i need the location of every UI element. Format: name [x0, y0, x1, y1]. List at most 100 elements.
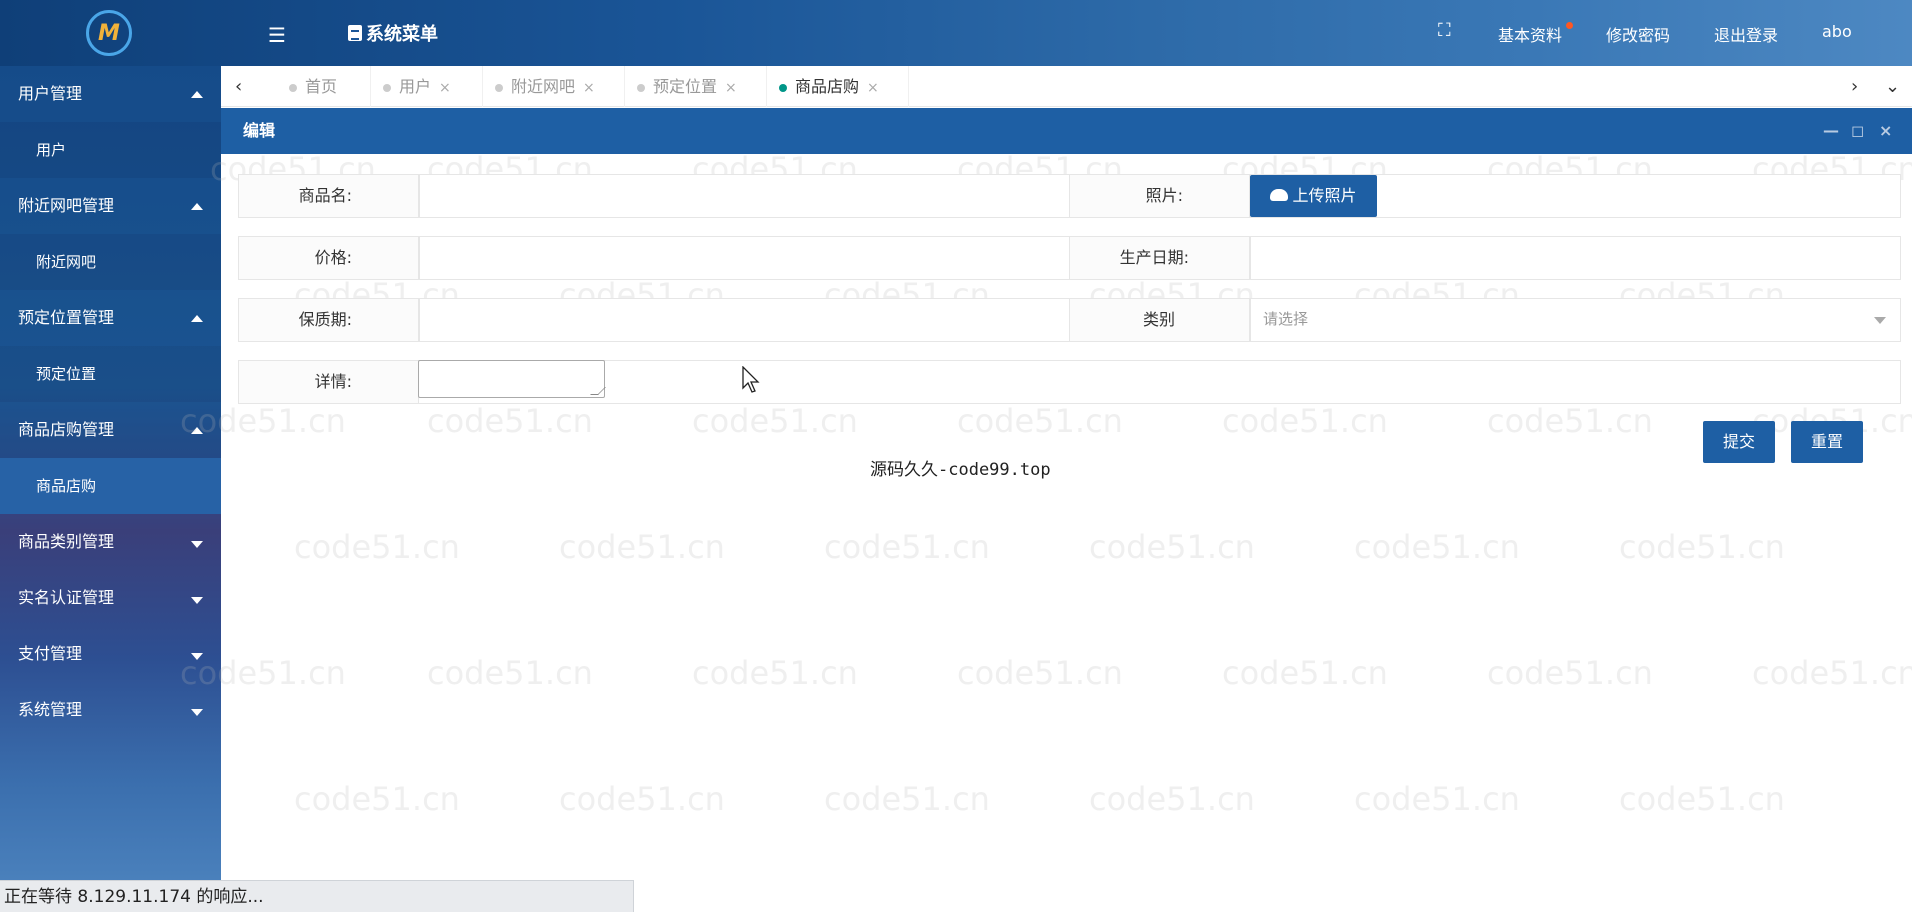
watermark: code51.cn [1752, 654, 1912, 692]
sidebar-item-users[interactable]: 用户 [0, 122, 221, 178]
close-icon[interactable]: × [867, 80, 879, 96]
form-row-shelf-life: 保质期: [238, 298, 1070, 342]
submit-button[interactable]: 提交 [1703, 421, 1775, 463]
panel-title-bar: 编辑 — ◻ × [221, 108, 1912, 154]
watermark: code51.cn [1222, 402, 1388, 440]
watermark: code51.cn [427, 402, 593, 440]
chevron-down-icon [191, 653, 203, 660]
tab-more-icon[interactable]: ⌄ [1885, 76, 1900, 97]
watermark: code51.cn [1487, 402, 1653, 440]
sidebar-group-identity-management[interactable]: 实名认证管理 [0, 570, 221, 626]
close-icon[interactable]: × [725, 80, 737, 96]
close-icon[interactable]: × [439, 80, 451, 96]
watermark: code51.cn [427, 654, 593, 692]
tab-dot [779, 83, 787, 92]
sidebar-group-shop-management[interactable]: 商品店购管理 [0, 402, 221, 458]
top-header: M ☰ 系统菜单 ⛶ 基本资料 修改密码 退出登录 abo [0, 0, 1912, 66]
sidebar: 用户管理 用户 附近网吧管理 附近网吧 预定位置管理 预定位置 商品店购管理 商… [0, 66, 221, 912]
price-label: 价格: [239, 237, 419, 279]
form-row-category: 类别 请选择 [1069, 298, 1901, 342]
watermark: code51.cn [1089, 780, 1255, 818]
sidebar-item-reservation[interactable]: 预定位置 [0, 346, 221, 402]
details-label: 详情: [239, 361, 419, 403]
price-input[interactable] [419, 237, 1069, 279]
watermark: code51.cn [692, 402, 858, 440]
sidebar-label: 附近网吧管理 [18, 196, 115, 215]
close-icon[interactable]: × [583, 80, 595, 96]
username[interactable]: abo [1822, 22, 1852, 41]
tab-next-icon[interactable]: › [1851, 76, 1858, 97]
sidebar-group-user-management[interactable]: 用户管理 [0, 66, 221, 122]
form-row-price: 价格: [238, 236, 1070, 280]
shelf-life-input[interactable] [419, 299, 1069, 341]
category-label: 类别 [1070, 299, 1250, 341]
details-textarea[interactable] [418, 360, 606, 398]
resize-handle-icon[interactable] [590, 387, 606, 395]
document-icon [348, 25, 362, 41]
watermark: code51.cn [957, 654, 1123, 692]
category-select[interactable]: 请选择 [1250, 299, 1900, 341]
chevron-up-icon [191, 427, 203, 434]
photo-label: 照片: [1070, 175, 1250, 217]
sidebar-group-system-management[interactable]: 系统管理 [0, 682, 221, 738]
tab-label: 商品店购 [795, 77, 860, 96]
sidebar-group-category-management[interactable]: 商品类别管理 [0, 514, 221, 570]
chevron-up-icon [191, 91, 203, 98]
watermark: code51.cn [1222, 654, 1388, 692]
menu-fold-icon[interactable]: ☰ [268, 23, 286, 47]
watermark: code51.cn [824, 780, 990, 818]
sidebar-item-shop[interactable]: 商品店购 [0, 458, 221, 514]
logout-link[interactable]: 退出登录 [1714, 22, 1778, 46]
logo[interactable]: M [86, 10, 132, 56]
sidebar-group-payment-management[interactable]: 支付管理 [0, 626, 221, 682]
system-menu-label: 系统菜单 [366, 24, 438, 45]
minimize-icon[interactable]: — [1823, 108, 1839, 154]
fullscreen-icon[interactable]: ⛶ [1438, 20, 1451, 41]
sidebar-group-reservation-management[interactable]: 预定位置管理 [0, 290, 221, 346]
watermark: code51.cn [1619, 780, 1785, 818]
watermark: code51.cn [1354, 780, 1520, 818]
sidebar-label: 系统管理 [18, 700, 83, 719]
form-row-name: 商品名: [238, 174, 1070, 218]
close-icon[interactable]: × [1879, 108, 1892, 154]
sidebar-label: 支付管理 [18, 644, 83, 663]
tab-reservation[interactable]: 预定位置 × [627, 66, 767, 107]
sidebar-label: 商品类别管理 [18, 532, 115, 551]
cloud-upload-icon [1270, 188, 1289, 201]
upload-label: 上传照片 [1292, 186, 1357, 205]
maximize-icon[interactable]: ◻ [1851, 108, 1864, 154]
sidebar-item-internet-cafe[interactable]: 附近网吧 [0, 234, 221, 290]
profile-link[interactable]: 基本资料 [1498, 22, 1574, 46]
upload-photo-button[interactable]: 上传照片 [1250, 175, 1377, 217]
chevron-down-icon [1874, 317, 1886, 324]
tab-users[interactable]: 用户 × [373, 66, 483, 107]
chevron-down-icon [191, 597, 203, 604]
change-password-link[interactable]: 修改密码 [1606, 22, 1670, 46]
tab-prev-icon[interactable]: ‹ [235, 76, 242, 97]
sidebar-label: 商品店购管理 [18, 420, 115, 439]
production-date-label: 生产日期: [1070, 237, 1250, 279]
reset-button[interactable]: 重置 [1791, 421, 1863, 463]
tab-home[interactable]: 首页 [279, 66, 371, 107]
name-input[interactable] [419, 175, 1069, 217]
chevron-up-icon [191, 315, 203, 322]
watermark: code51.cn [1487, 654, 1653, 692]
watermark: code51.cn [1089, 528, 1255, 566]
chevron-up-icon [191, 203, 203, 210]
shelf-life-label: 保质期: [239, 299, 419, 341]
tab-internet-cafe[interactable]: 附近网吧 × [485, 66, 625, 107]
tab-shop[interactable]: 商品店购 × [769, 66, 909, 107]
watermark: code51.cn [1619, 528, 1785, 566]
footer-text: 源码久久-code99.top [870, 460, 1051, 480]
profile-label: 基本资料 [1498, 26, 1563, 45]
production-date-input[interactable] [1250, 237, 1900, 279]
tab-bar: ‹ 首页 用户 × 附近网吧 × 预定位置 × 商品店购 × › ⌄ [221, 66, 1912, 107]
tab-dot [383, 83, 391, 92]
browser-status-bar: 正在等待 8.129.11.174 的响应... [0, 880, 634, 912]
chevron-down-icon [191, 541, 203, 548]
system-menu-title[interactable]: 系统菜单 [348, 20, 438, 46]
sidebar-group-internet-cafe-management[interactable]: 附近网吧管理 [0, 178, 221, 234]
tab-label: 用户 [399, 77, 432, 96]
chevron-down-icon [191, 709, 203, 716]
tab-label: 预定位置 [653, 77, 718, 96]
